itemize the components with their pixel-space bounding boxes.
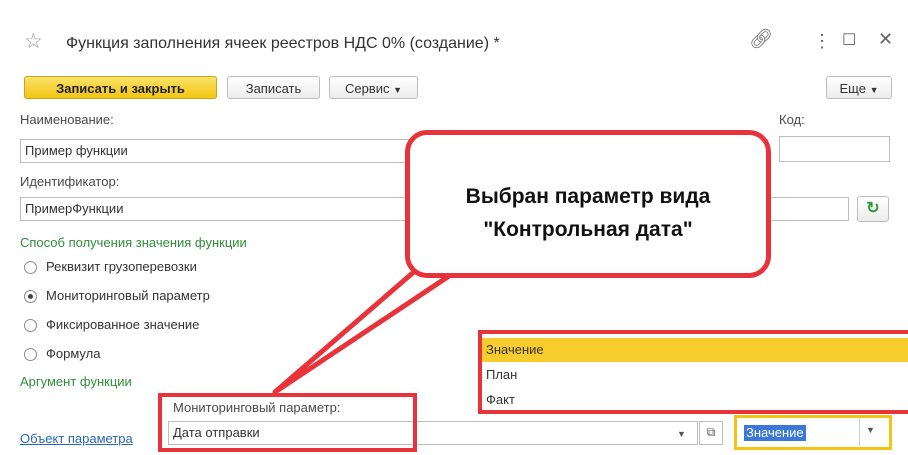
callout-line-1: Выбран параметр вида (465, 185, 711, 208)
callout-bubble: Выбран параметр вида "Контрольная дата" (405, 130, 771, 278)
callout-text: Выбран параметр вида "Контрольная дата" (410, 180, 766, 246)
callout-line-2: "Контрольная дата" (483, 218, 693, 241)
